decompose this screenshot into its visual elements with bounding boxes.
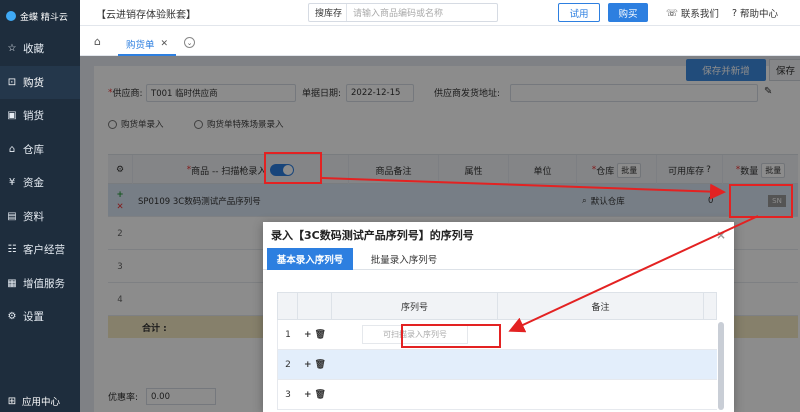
row-actions: + 🗑 xyxy=(298,320,332,349)
help-label: 帮助中心 xyxy=(740,9,779,20)
col-serial: 序列号 xyxy=(332,293,498,319)
dialog-scrollbar[interactable] xyxy=(718,322,724,410)
logo-text: 金蝶 精斗云 xyxy=(20,12,68,23)
tab-batch-entry[interactable]: 批量录入序列号 xyxy=(359,248,449,270)
logo-icon xyxy=(6,11,16,21)
phone-icon: ☏ xyxy=(666,7,678,19)
row-actions: + 🗑 xyxy=(298,380,332,409)
nav-icon: ⊡ xyxy=(7,76,17,88)
nav-icon: ☷ xyxy=(7,244,17,256)
serial-table-header: 序列号 备注 xyxy=(277,292,717,320)
serial-row[interactable]: 3 + 🗑 xyxy=(277,380,717,410)
nav-icon: ⌂ xyxy=(8,143,16,155)
close-icon[interactable]: ✕ xyxy=(161,39,169,49)
contact-label: 联系我们 xyxy=(680,9,719,20)
inventory-search[interactable]: 搜库存 请输入商品编码或名称 xyxy=(308,3,498,22)
sidebar: 金蝶 精斗云 ☆ 收藏 ⊡ 购货 ▣ 销货 ⌂ 仓库 ¥ 资金 ▤ 资料 ☷ 客户经营 ▦ 增值服务 ⚙ 设置 ⊞… xyxy=(0,0,80,412)
annotation-box-toggle xyxy=(264,152,322,184)
sidebar-item-label: 仓库 xyxy=(23,143,44,156)
chevron-down-icon[interactable]: ⌄ xyxy=(184,37,195,48)
nav-icon: ▣ xyxy=(7,110,17,122)
serial-table: 序列号 备注 1 + 🗑 可扫描录入序列号 2 + 🗑 3 + 🗑 xyxy=(277,292,717,410)
add-icon[interactable]: + xyxy=(304,360,312,370)
home-icon[interactable]: ⌂ xyxy=(94,35,101,48)
sidebar-item-6[interactable]: ☷ 客户经营 xyxy=(0,233,80,267)
nav-icon: ▤ xyxy=(7,210,17,222)
serial-number-dialog: 录入【3C数码测试产品序列号】的序列号 × 基本录入序列号 批量录入序列号 序列… xyxy=(263,222,734,412)
sidebar-item-label: 购货 xyxy=(23,76,44,89)
contact-link[interactable]: ☏ 联系我们 xyxy=(666,6,719,21)
trash-icon[interactable]: 🗑 xyxy=(315,390,326,400)
add-icon[interactable]: + xyxy=(304,330,312,340)
nav-icon: ▦ xyxy=(7,277,17,289)
sidebar-item-label: 销货 xyxy=(23,110,44,123)
nav-icon: ⚙ xyxy=(7,311,17,323)
app-center-label: 应用中心 xyxy=(22,397,61,408)
sidebar-item-2[interactable]: ▣ 销货 xyxy=(0,99,80,133)
sidebar-item-0[interactable]: ☆ 收藏 xyxy=(0,32,80,66)
header-actions xyxy=(298,293,332,319)
tab-label: 购货单 xyxy=(126,40,155,51)
row-number: 2 xyxy=(285,359,291,370)
sidebar-item-8[interactable]: ⚙ 设置 xyxy=(0,300,80,334)
search-scope[interactable]: 搜库存 xyxy=(309,4,348,21)
buy-button[interactable]: 购买 xyxy=(608,3,648,22)
annotation-box-serial xyxy=(401,324,501,348)
tab-bar: ⌂ 购货单 ✕ ⌄ xyxy=(80,26,800,56)
trial-button[interactable]: 试用 xyxy=(558,3,600,22)
search-input[interactable]: 请输入商品编码或名称 xyxy=(347,6,443,19)
sidebar-item-label: 设置 xyxy=(23,311,44,324)
help-link[interactable]: ? 帮助中心 xyxy=(732,6,779,21)
nav-icon: ¥ xyxy=(8,177,16,189)
tab-basic-entry[interactable]: 基本录入序列号 xyxy=(267,248,353,270)
account-name: 【云进销存体验账套】 xyxy=(96,10,196,21)
sidebar-item-label: 资料 xyxy=(23,210,44,223)
header-blank xyxy=(278,293,298,319)
tab-purchase-order[interactable]: 购货单 ✕ xyxy=(118,34,177,56)
sidebar-item-5[interactable]: ▤ 资料 xyxy=(0,200,80,234)
app-center-link[interactable]: ⊞ 应用中心 xyxy=(0,390,80,412)
sidebar-item-label: 资金 xyxy=(23,177,44,190)
annotation-box-sn xyxy=(729,184,793,218)
top-bar: 【云进销存体验账套】 搜库存 请输入商品编码或名称 试用 购买 ☏ 联系我们 ?… xyxy=(80,0,800,26)
dialog-tabs: 基本录入序列号 批量录入序列号 xyxy=(263,248,734,270)
app-logo: 金蝶 精斗云 xyxy=(0,0,80,32)
dialog-title-text: 录入【3C数码测试产品序列号】的序列号 xyxy=(271,229,474,242)
trash-icon[interactable]: 🗑 xyxy=(315,360,326,370)
add-icon[interactable]: + xyxy=(304,390,312,400)
row-number: 1 xyxy=(285,329,291,340)
row-actions: + 🗑 xyxy=(298,350,332,379)
sidebar-item-label: 增值服务 xyxy=(23,277,65,290)
col-note: 备注 xyxy=(498,293,704,319)
sidebar-item-1[interactable]: ⊡ 购货 xyxy=(0,65,80,99)
sidebar-item-label: 收藏 xyxy=(23,43,44,56)
close-icon[interactable]: × xyxy=(716,228,726,242)
row-number: 3 xyxy=(285,389,291,400)
sidebar-item-label: 客户经营 xyxy=(23,244,65,257)
sidebar-item-7[interactable]: ▦ 增值服务 xyxy=(0,267,80,301)
sidebar-item-4[interactable]: ¥ 资金 xyxy=(0,166,80,200)
trash-icon[interactable]: 🗑 xyxy=(315,330,326,340)
serial-row[interactable]: 2 + 🗑 xyxy=(277,350,717,380)
help-icon: ? xyxy=(732,7,738,19)
sidebar-item-3[interactable]: ⌂ 仓库 xyxy=(0,133,80,167)
apps-icon: ⊞ xyxy=(7,395,17,407)
nav-icon: ☆ xyxy=(7,43,17,55)
dialog-title: 录入【3C数码测试产品序列号】的序列号 × xyxy=(263,222,734,248)
